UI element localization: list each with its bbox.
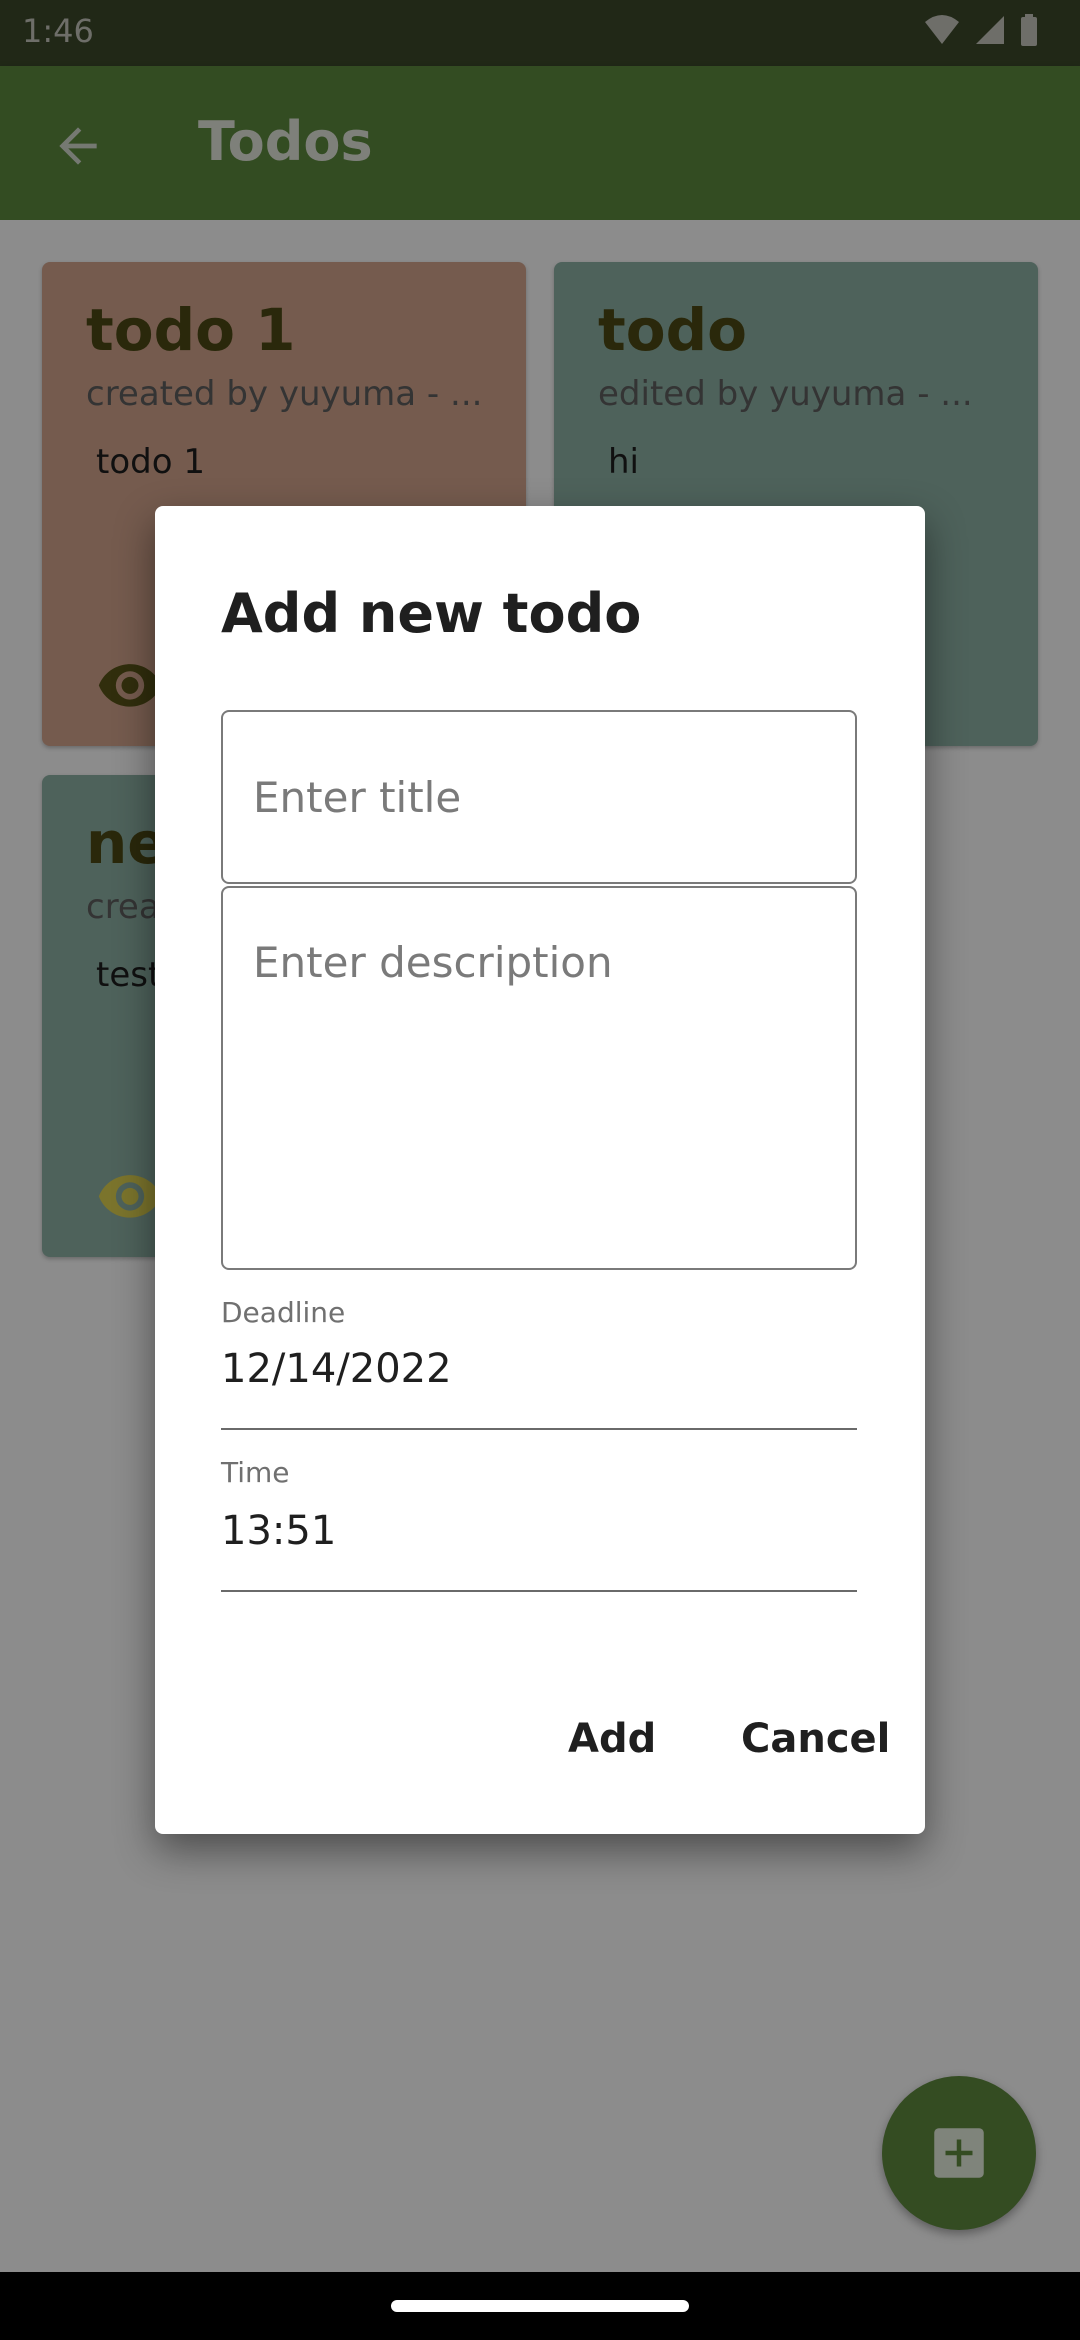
dialog-title: Add new todo — [221, 582, 642, 645]
title-input[interactable] — [221, 710, 857, 884]
add-todo-dialog: Add new todo Deadline 12/14/2022 Time 13… — [155, 506, 925, 1834]
time-label: Time — [221, 1456, 290, 1489]
time-value[interactable]: 13:51 — [221, 1508, 336, 1554]
cancel-button[interactable]: Cancel — [741, 1716, 890, 1762]
deadline-label: Deadline — [221, 1296, 346, 1329]
time-underline — [221, 1590, 857, 1592]
deadline-value[interactable]: 12/14/2022 — [221, 1346, 452, 1392]
add-button[interactable]: Add — [568, 1716, 656, 1762]
description-input[interactable] — [221, 886, 857, 1270]
home-gesture-handle[interactable] — [391, 2300, 689, 2312]
deadline-underline — [221, 1428, 857, 1430]
